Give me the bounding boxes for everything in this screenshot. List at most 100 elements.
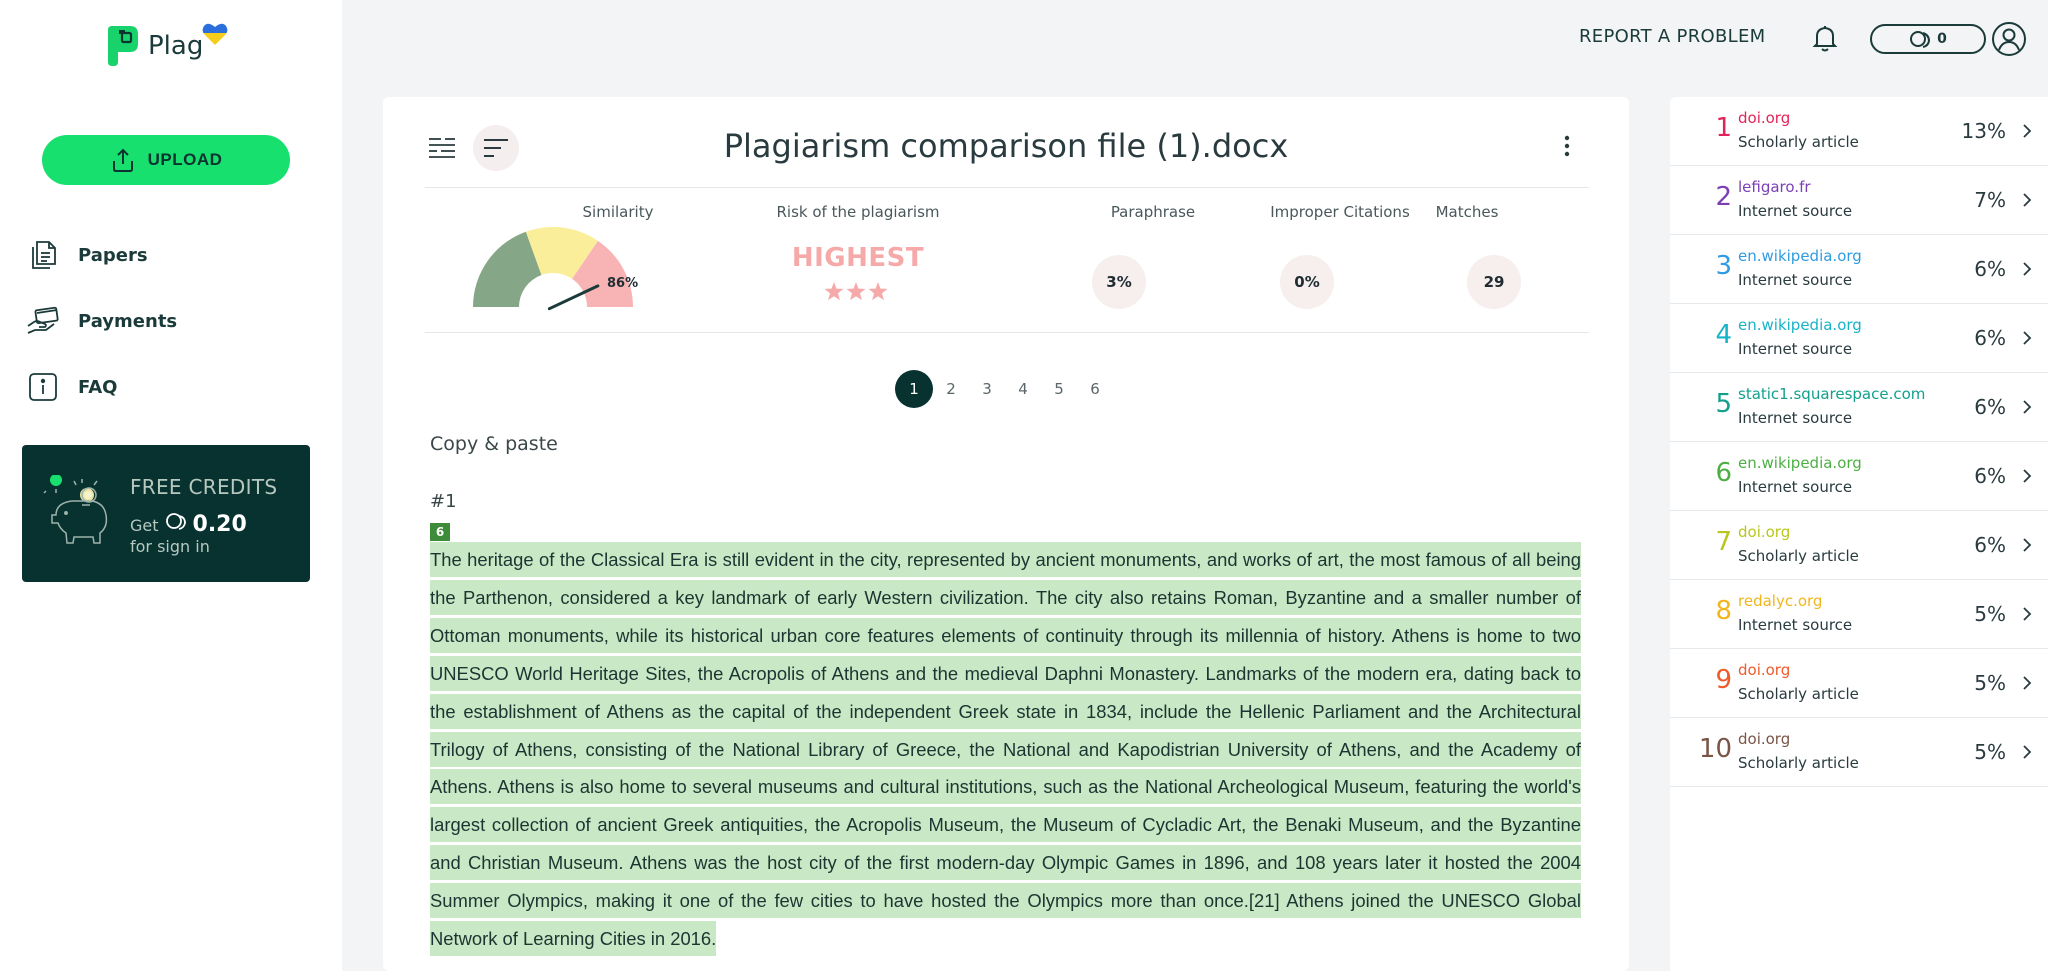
similarity-gauge: 86%: [473, 227, 638, 311]
source-kind: Internet source: [1738, 409, 1853, 427]
source-row[interactable]: 2 lefigaro.fr Internet source 7%: [1670, 166, 2048, 235]
logo[interactable]: Plag: [106, 23, 228, 68]
source-domain[interactable]: doi.org: [1738, 661, 1790, 679]
improper-citations-value: 0%: [1280, 255, 1334, 309]
matches-label: Matches: [1435, 203, 1499, 221]
source-percent: 5%: [1974, 671, 2006, 695]
star-icon: [824, 282, 844, 301]
source-percent: 6%: [1974, 395, 2006, 419]
source-percent: 6%: [1974, 326, 2006, 350]
matches-value: 29: [1467, 255, 1521, 309]
source-domain[interactable]: redalyc.org: [1738, 592, 1822, 610]
source-kind: Scholarly article: [1738, 754, 1859, 772]
source-domain[interactable]: lefigaro.fr: [1738, 178, 1811, 196]
source-kind: Scholarly article: [1738, 133, 1859, 151]
upload-button[interactable]: UPLOAD: [42, 135, 290, 185]
chevron-right-icon[interactable]: [2022, 192, 2032, 208]
source-row[interactable]: 1 doi.org Scholarly article 13%: [1670, 97, 2048, 166]
report-problem-link[interactable]: REPORT A PROBLEM: [1579, 26, 1765, 47]
brand-name: Plag: [148, 31, 204, 61]
piggy-bank-icon: [43, 475, 108, 544]
source-kind: Scholarly article: [1738, 547, 1859, 565]
info-icon: [29, 373, 57, 401]
source-rank: 8: [1715, 596, 1732, 626]
source-percent: 5%: [1974, 602, 2006, 626]
highlighted-text[interactable]: The heritage of the Classical Era is sti…: [430, 542, 1581, 957]
source-domain[interactable]: doi.org: [1738, 523, 1790, 541]
chevron-right-icon[interactable]: [2022, 537, 2032, 553]
source-percent: 7%: [1974, 188, 2006, 212]
coin-icon: [1910, 31, 1931, 48]
source-rank: 4: [1715, 320, 1732, 350]
nav-label-payments: Payments: [78, 310, 178, 332]
source-domain[interactable]: doi.org: [1738, 730, 1790, 748]
sources-panel: 1 doi.org Scholarly article 13% 2 lefigaro.fr…: [1670, 97, 2048, 971]
chevron-right-icon[interactable]: [2022, 330, 2032, 346]
source-row[interactable]: 5 static1.squarespace.com Internet source 6…: [1670, 373, 2048, 442]
source-rank: 9: [1715, 665, 1732, 695]
page-button-1[interactable]: 1: [895, 370, 933, 408]
source-domain[interactable]: en.wikipedia.org: [1738, 316, 1862, 334]
chevron-right-icon[interactable]: [2022, 399, 2032, 415]
free-credits-subtitle: for sign in: [130, 537, 210, 556]
page-button-4[interactable]: 4: [1005, 370, 1041, 408]
source-row[interactable]: 7 doi.org Scholarly article 6%: [1670, 511, 2048, 580]
chevron-right-icon[interactable]: [2022, 468, 2032, 484]
source-domain[interactable]: en.wikipedia.org: [1738, 247, 1862, 265]
sidebar: Plag UPLOAD Papers Payments FAQ FREE CRE…: [0, 0, 342, 971]
star-icon: [868, 282, 888, 301]
document-icon: [32, 241, 56, 269]
credit-count: 0: [1937, 31, 1947, 47]
report-card: Plagiarism comparison file (1).docx Simi…: [383, 97, 1629, 971]
source-percent: 5%: [1974, 740, 2006, 764]
bell-icon[interactable]: [1807, 20, 1843, 56]
credit-balance[interactable]: 0: [1870, 24, 1986, 54]
chevron-right-icon[interactable]: [2022, 744, 2032, 760]
source-row[interactable]: 9 doi.org Scholarly article 5%: [1670, 649, 2048, 718]
source-domain[interactable]: en.wikipedia.org: [1738, 454, 1862, 472]
top-bar: REPORT A PROBLEM 0: [342, 0, 2048, 80]
source-percent: 6%: [1974, 257, 2006, 281]
free-credits-banner[interactable]: FREE CREDITS Get 0.20 for sign in: [22, 445, 310, 582]
chevron-right-icon[interactable]: [2022, 123, 2032, 139]
page-button-2[interactable]: 2: [933, 370, 969, 408]
nav-item-payments[interactable]: Payments: [26, 301, 177, 341]
chevron-right-icon[interactable]: [2022, 261, 2032, 277]
risk-label: Risk of the plagiarism: [776, 203, 940, 221]
match-badge[interactable]: 6: [430, 523, 450, 541]
star-icon: [846, 282, 866, 301]
source-row[interactable]: 10 doi.org Scholarly article 5%: [1670, 718, 2048, 787]
chevron-right-icon[interactable]: [2022, 606, 2032, 622]
free-credits-title: FREE CREDITS: [130, 475, 278, 499]
hand-card-icon: [27, 306, 59, 334]
source-row[interactable]: 4 en.wikipedia.org Internet source 6%: [1670, 304, 2048, 373]
user-avatar-icon[interactable]: [1990, 20, 2028, 58]
source-rank: 10: [1698, 734, 1732, 764]
source-percent: 13%: [1961, 119, 2006, 143]
page-button-3[interactable]: 3: [969, 370, 1005, 408]
metrics-divider: [425, 332, 1589, 333]
risk-stars: [824, 282, 888, 301]
source-kind: Internet source: [1738, 478, 1853, 496]
source-row[interactable]: 8 redalyc.org Internet source 5%: [1670, 580, 2048, 649]
source-rank: 1: [1715, 113, 1732, 143]
source-domain[interactable]: doi.org: [1738, 109, 1790, 127]
nav-item-faq[interactable]: FAQ: [26, 367, 117, 407]
source-domain[interactable]: static1.squarespace.com: [1738, 385, 1925, 403]
chevron-right-icon[interactable]: [2022, 675, 2032, 691]
pagination: 123456: [895, 370, 1113, 408]
nav-item-papers[interactable]: Papers: [26, 235, 148, 275]
credits-amount: 0.20: [192, 512, 247, 537]
source-row[interactable]: 3 en.wikipedia.org Internet source 6%: [1670, 235, 2048, 304]
more-options-icon[interactable]: [1563, 135, 1571, 157]
ukraine-heart-icon: [202, 23, 228, 46]
matched-passage[interactable]: The heritage of the Classical Era is sti…: [430, 541, 1581, 958]
source-percent: 6%: [1974, 464, 2006, 488]
source-kind: Internet source: [1738, 271, 1853, 289]
source-kind: Scholarly article: [1738, 685, 1859, 703]
source-rank: 6: [1715, 458, 1732, 488]
source-row[interactable]: 6 en.wikipedia.org Internet source 6%: [1670, 442, 2048, 511]
page-button-6[interactable]: 6: [1077, 370, 1113, 408]
section-label: Copy & paste: [430, 433, 558, 455]
page-button-5[interactable]: 5: [1041, 370, 1077, 408]
